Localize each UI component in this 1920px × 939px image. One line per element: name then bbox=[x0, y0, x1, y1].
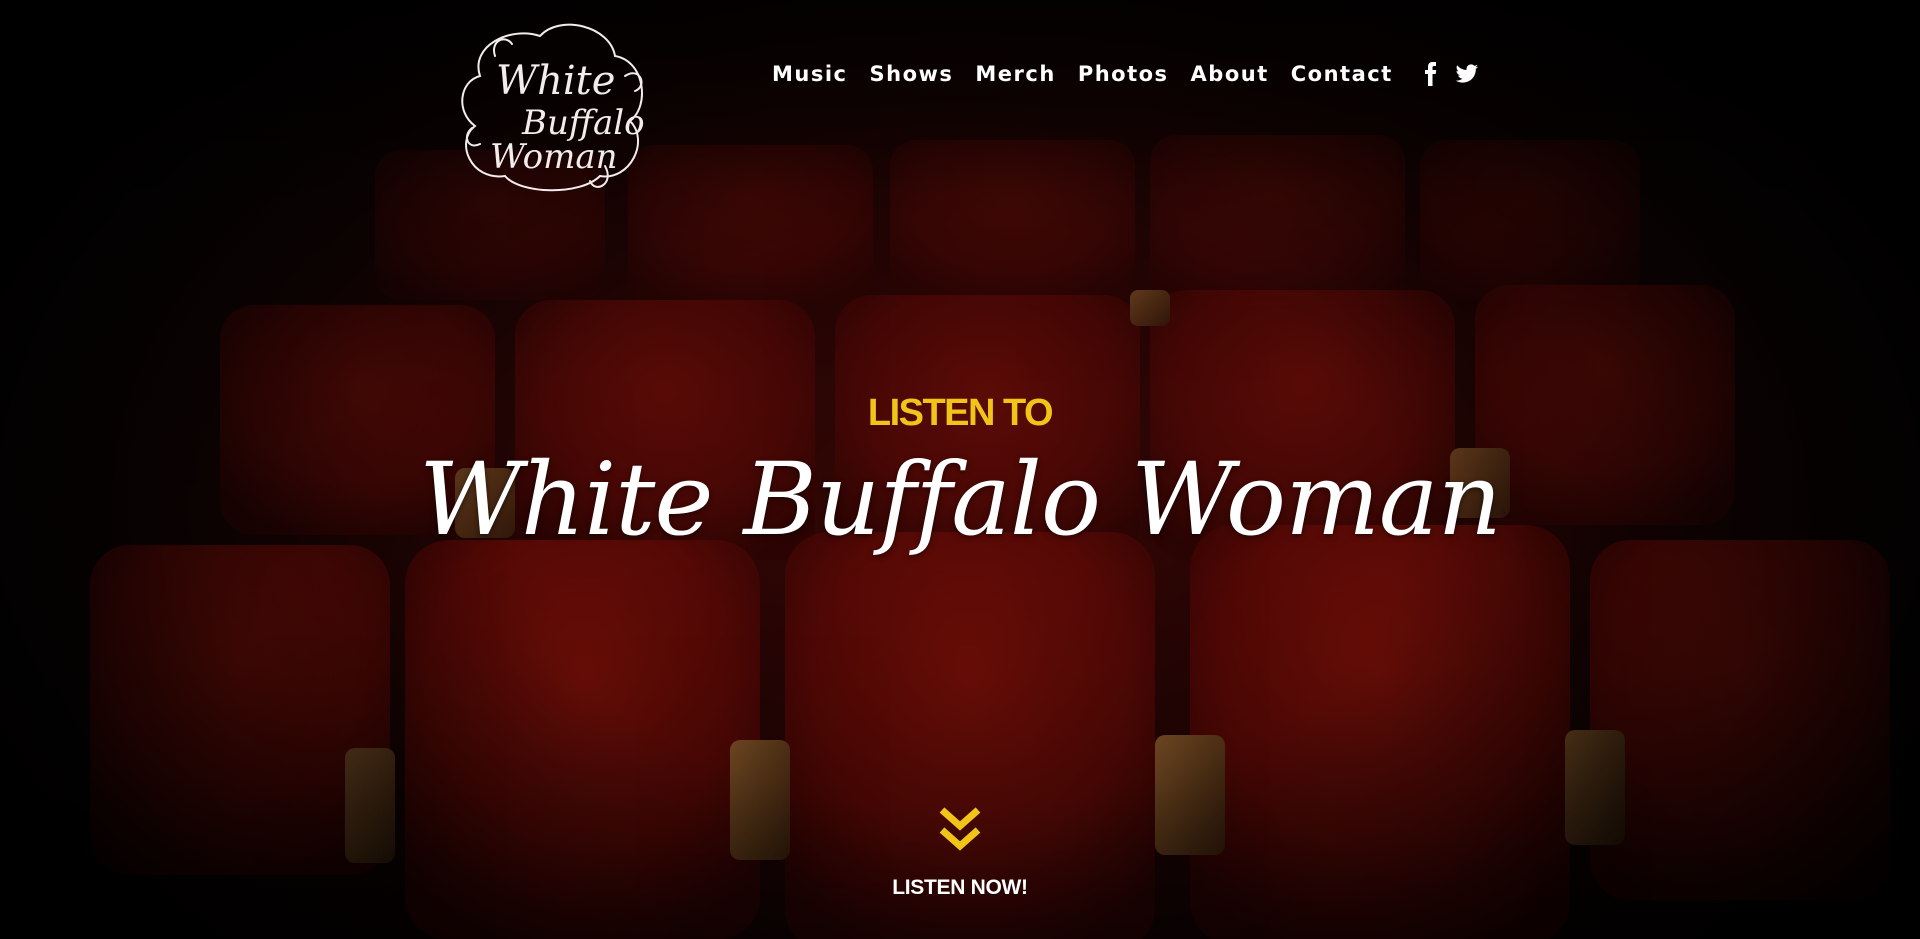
logo-word-woman: Woman bbox=[490, 137, 618, 177]
hero-section: White Buffalo Woman Music Shows Merch Ph… bbox=[0, 0, 1920, 939]
hero-kicker: LISTEN TO bbox=[867, 392, 1054, 434]
nav-item-contact[interactable]: Contact bbox=[1291, 62, 1393, 86]
nav-item-photos[interactable]: Photos bbox=[1078, 62, 1169, 86]
nav-item-about[interactable]: About bbox=[1191, 62, 1269, 86]
nav-item-shows[interactable]: Shows bbox=[870, 62, 954, 86]
listen-now-button[interactable]: LISTEN NOW! bbox=[0, 806, 1920, 900]
site-logo[interactable]: White Buffalo Woman bbox=[450, 16, 660, 198]
main-nav: Music Shows Merch Photos About Contact bbox=[772, 58, 1487, 90]
nav-item-merch[interactable]: Merch bbox=[975, 62, 1055, 86]
twitter-icon[interactable] bbox=[1455, 62, 1479, 86]
nav-item-music[interactable]: Music bbox=[772, 62, 848, 86]
facebook-icon[interactable] bbox=[1419, 62, 1443, 86]
logo-word-white: White bbox=[496, 58, 615, 104]
social-links bbox=[1415, 62, 1487, 86]
logo-mark: White Buffalo Woman bbox=[461, 23, 645, 192]
double-chevron-down-icon bbox=[939, 807, 981, 851]
hero-title: White Buffalo Woman bbox=[419, 441, 1502, 558]
listen-now-label: LISTEN NOW! bbox=[892, 876, 1028, 899]
